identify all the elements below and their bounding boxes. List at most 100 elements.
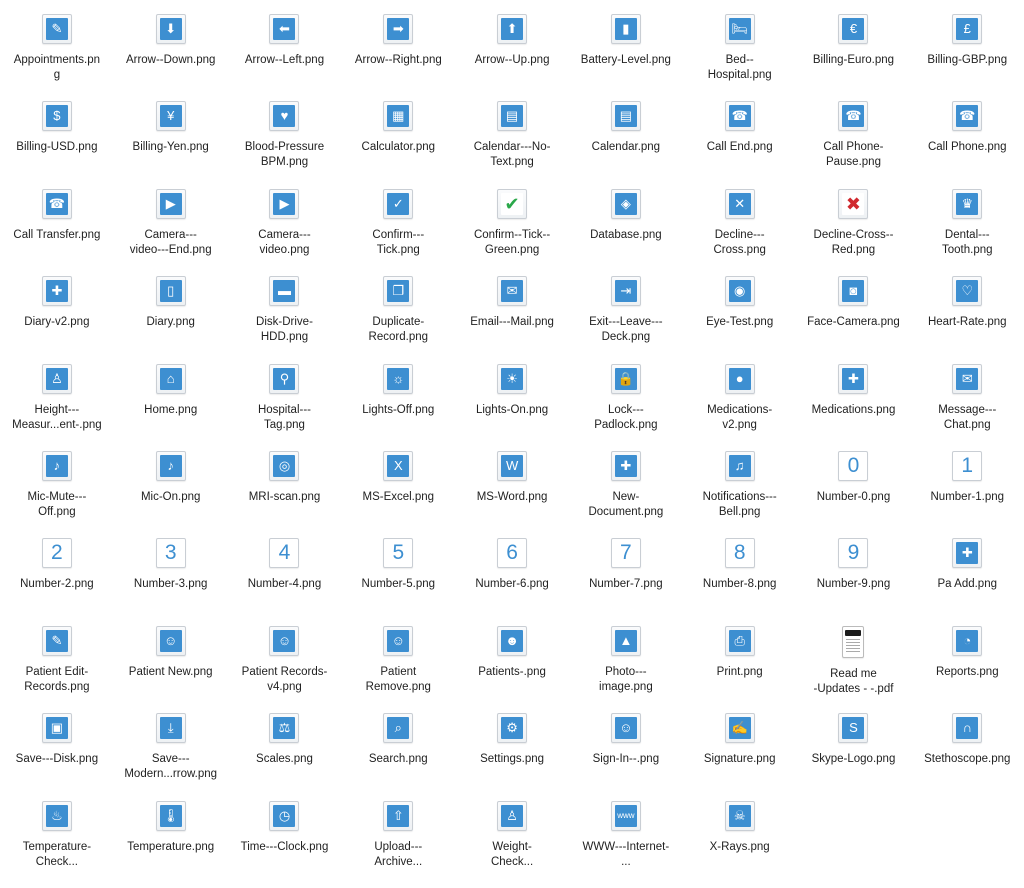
file-item[interactable]: ∩ Stethoscope.png <box>910 713 1024 800</box>
file-item[interactable]: ⌕ Search.png <box>341 713 455 800</box>
file-item[interactable]: ◉ Eye-Test.png <box>683 276 797 363</box>
file-item[interactable]: ⇧ Upload--- Archive... <box>341 800 455 888</box>
file-item[interactable]: ✉ Message--- Chat.png <box>910 363 1024 451</box>
file-item[interactable]: ♨ Temperature- Check... <box>0 800 114 888</box>
file-name-label: Number-4.png <box>247 578 322 591</box>
file-item[interactable]: www WWW---Internet- ... <box>569 800 683 888</box>
file-item[interactable]: ☎ Call Phone.png <box>910 101 1024 188</box>
file-item[interactable]: ♙ Height--- Measur...ent-.png <box>0 363 114 451</box>
file-item[interactable]: € Billing-Euro.png <box>797 14 911 101</box>
file-item[interactable]: ⤓ Save--- Modern...rrow.png <box>114 713 228 800</box>
file-item[interactable]: ▬ Disk-Drive- HDD.png <box>228 276 342 363</box>
file-item[interactable]: ♥ Blood-Pressure BPM.png <box>228 101 342 188</box>
file-item[interactable]: ⎙ Print.png <box>683 625 797 713</box>
file-item[interactable]: ▶ Camera--- video---End.png <box>114 188 228 276</box>
file-item[interactable]: ◈ Database.png <box>569 188 683 276</box>
file-item[interactable]: ☎ Call End.png <box>683 101 797 188</box>
file-item[interactable]: ▯ Diary.png <box>114 276 228 363</box>
file-item[interactable]: X MS-Excel.png <box>341 450 455 538</box>
file-item[interactable]: 9 Number-9.png <box>797 538 911 625</box>
file-name-label: Hospital--- Tag.png <box>257 403 311 431</box>
file-item[interactable]: ☺ Patient Remove.png <box>341 625 455 713</box>
file-item[interactable]: 7 Number-7.png <box>569 538 683 625</box>
file-item[interactable]: ☺ Sign-In--.png <box>569 713 683 800</box>
file-item[interactable]: ☺ Patient Records- v4.png <box>228 625 342 713</box>
file-item[interactable]: Read me -Updates - -.pdf <box>797 625 911 713</box>
icon-glyph: ☻ <box>501 629 524 652</box>
file-item[interactable]: 3 Number-3.png <box>114 538 228 625</box>
file-item[interactable]: ▲ Photo--- image.png <box>569 625 683 713</box>
file-name-label: Notifications--- Bell.png <box>702 490 777 518</box>
file-item[interactable]: ⚖ Scales.png <box>228 713 342 800</box>
file-item[interactable]: ⬇ Arrow--Down.png <box>114 14 228 101</box>
file-item[interactable]: ✚ Pa Add.png <box>910 538 1024 625</box>
clock-icon: ◷ <box>269 800 300 831</box>
file-item[interactable]: ☠ X-Rays.png <box>683 800 797 888</box>
file-item[interactable]: ⬅ Arrow--Left.png <box>228 14 342 101</box>
file-item[interactable]: $ Billing-USD.png <box>0 101 114 188</box>
file-item[interactable]: ⚙ Settings.png <box>455 713 569 800</box>
file-item[interactable]: 0 Number-0.png <box>797 450 911 538</box>
file-item[interactable]: ⬆ Arrow--Up.png <box>455 14 569 101</box>
file-item[interactable]: 1 Number-1.png <box>910 450 1024 538</box>
file-item[interactable]: ☼ Lights-Off.png <box>341 363 455 451</box>
icon-glyph: ➡ <box>387 18 410 40</box>
file-item[interactable]: ☺ Patient New.png <box>114 625 228 713</box>
file-item[interactable]: 🌡 Temperature.png <box>114 800 228 888</box>
file-item[interactable]: ✚ New- Document.png <box>569 450 683 538</box>
file-item[interactable]: ⇥ Exit---Leave--- Deck.png <box>569 276 683 363</box>
file-item[interactable]: ✖ Decline-Cross-- Red.png <box>797 188 911 276</box>
file-item[interactable]: ✚ Medications.png <box>797 363 911 451</box>
file-item[interactable]: ♫ Notifications--- Bell.png <box>683 450 797 538</box>
file-item[interactable]: ◔ Reports.png <box>910 625 1024 713</box>
file-item[interactable]: ♪ Mic-On.png <box>114 450 228 538</box>
file-item[interactable]: 🔒 Lock--- Padlock.png <box>569 363 683 451</box>
file-item[interactable]: ✔ Confirm--Tick-- Green.png <box>455 188 569 276</box>
file-name-label: Signature.png <box>703 753 776 766</box>
file-item[interactable]: ♪ Mic-Mute--- Off.png <box>0 450 114 538</box>
file-item[interactable]: ➡ Arrow--Right.png <box>341 14 455 101</box>
file-item[interactable]: ⚲ Hospital--- Tag.png <box>228 363 342 451</box>
file-item[interactable]: 5 Number-5.png <box>341 538 455 625</box>
file-item[interactable]: W MS-Word.png <box>455 450 569 538</box>
file-item[interactable]: 4 Number-4.png <box>228 538 342 625</box>
file-item[interactable]: ❐ Duplicate- Record.png <box>341 276 455 363</box>
file-item[interactable]: ✍ Signature.png <box>683 713 797 800</box>
file-item[interactable]: ♛ Dental--- Tooth.png <box>910 188 1024 276</box>
file-item[interactable]: ● Medications- v2.png <box>683 363 797 451</box>
file-item[interactable]: ▣ Save---Disk.png <box>0 713 114 800</box>
file-item[interactable]: ✎ Patient Edit- Records.png <box>0 625 114 713</box>
file-item[interactable]: ▤ Calendar---No- Text.png <box>455 101 569 188</box>
file-item[interactable]: ◷ Time---Clock.png <box>228 800 342 888</box>
file-item[interactable]: S Skype-Logo.png <box>797 713 911 800</box>
file-item[interactable]: 2 Number-2.png <box>0 538 114 625</box>
file-item[interactable]: ✕ Decline--- Cross.png <box>683 188 797 276</box>
file-item[interactable]: ▤ Calendar.png <box>569 101 683 188</box>
file-item[interactable]: ☎ Call Transfer.png <box>0 188 114 276</box>
file-item[interactable]: ▶ Camera--- video.png <box>228 188 342 276</box>
file-item[interactable]: ▮ Battery-Level.png <box>569 14 683 101</box>
file-name-label: Number-7.png <box>589 578 663 591</box>
file-item[interactable]: ◙ Face-Camera.png <box>797 276 911 363</box>
file-item[interactable]: ♙ Weight- Check... <box>455 800 569 888</box>
floppy-disk-icon: ▣ <box>41 713 72 744</box>
file-item[interactable]: ♡ Heart-Rate.png <box>910 276 1024 363</box>
file-item[interactable]: ✉ Email---Mail.png <box>455 276 569 363</box>
file-item[interactable]: ◎ MRI-scan.png <box>228 450 342 538</box>
file-item[interactable]: ¥ Billing-Yen.png <box>114 101 228 188</box>
file-item[interactable]: ☻ Patients-.png <box>455 625 569 713</box>
file-name-label: Lights-Off.png <box>362 403 435 416</box>
file-item[interactable]: ☀ Lights-On.png <box>455 363 569 451</box>
file-name-label: Decline-Cross-- Red.png <box>813 228 894 256</box>
file-item[interactable]: ✚ Diary-v2.png <box>0 276 114 363</box>
file-item[interactable]: 🛏 Bed-- Hospital.png <box>683 14 797 101</box>
file-item[interactable]: ⌂ Home.png <box>114 363 228 451</box>
file-item[interactable]: ☎ Call Phone- Pause.png <box>797 101 911 188</box>
file-item[interactable]: ▦ Calculator.png <box>341 101 455 188</box>
padlock-icon: 🔒 <box>610 363 641 394</box>
file-item[interactable]: 6 Number-6.png <box>455 538 569 625</box>
file-item[interactable]: ✎ Appointments.pn g <box>0 14 114 101</box>
file-item[interactable]: £ Billing-GBP.png <box>910 14 1024 101</box>
file-item[interactable]: ✓ Confirm--- Tick.png <box>341 188 455 276</box>
file-item[interactable]: 8 Number-8.png <box>683 538 797 625</box>
